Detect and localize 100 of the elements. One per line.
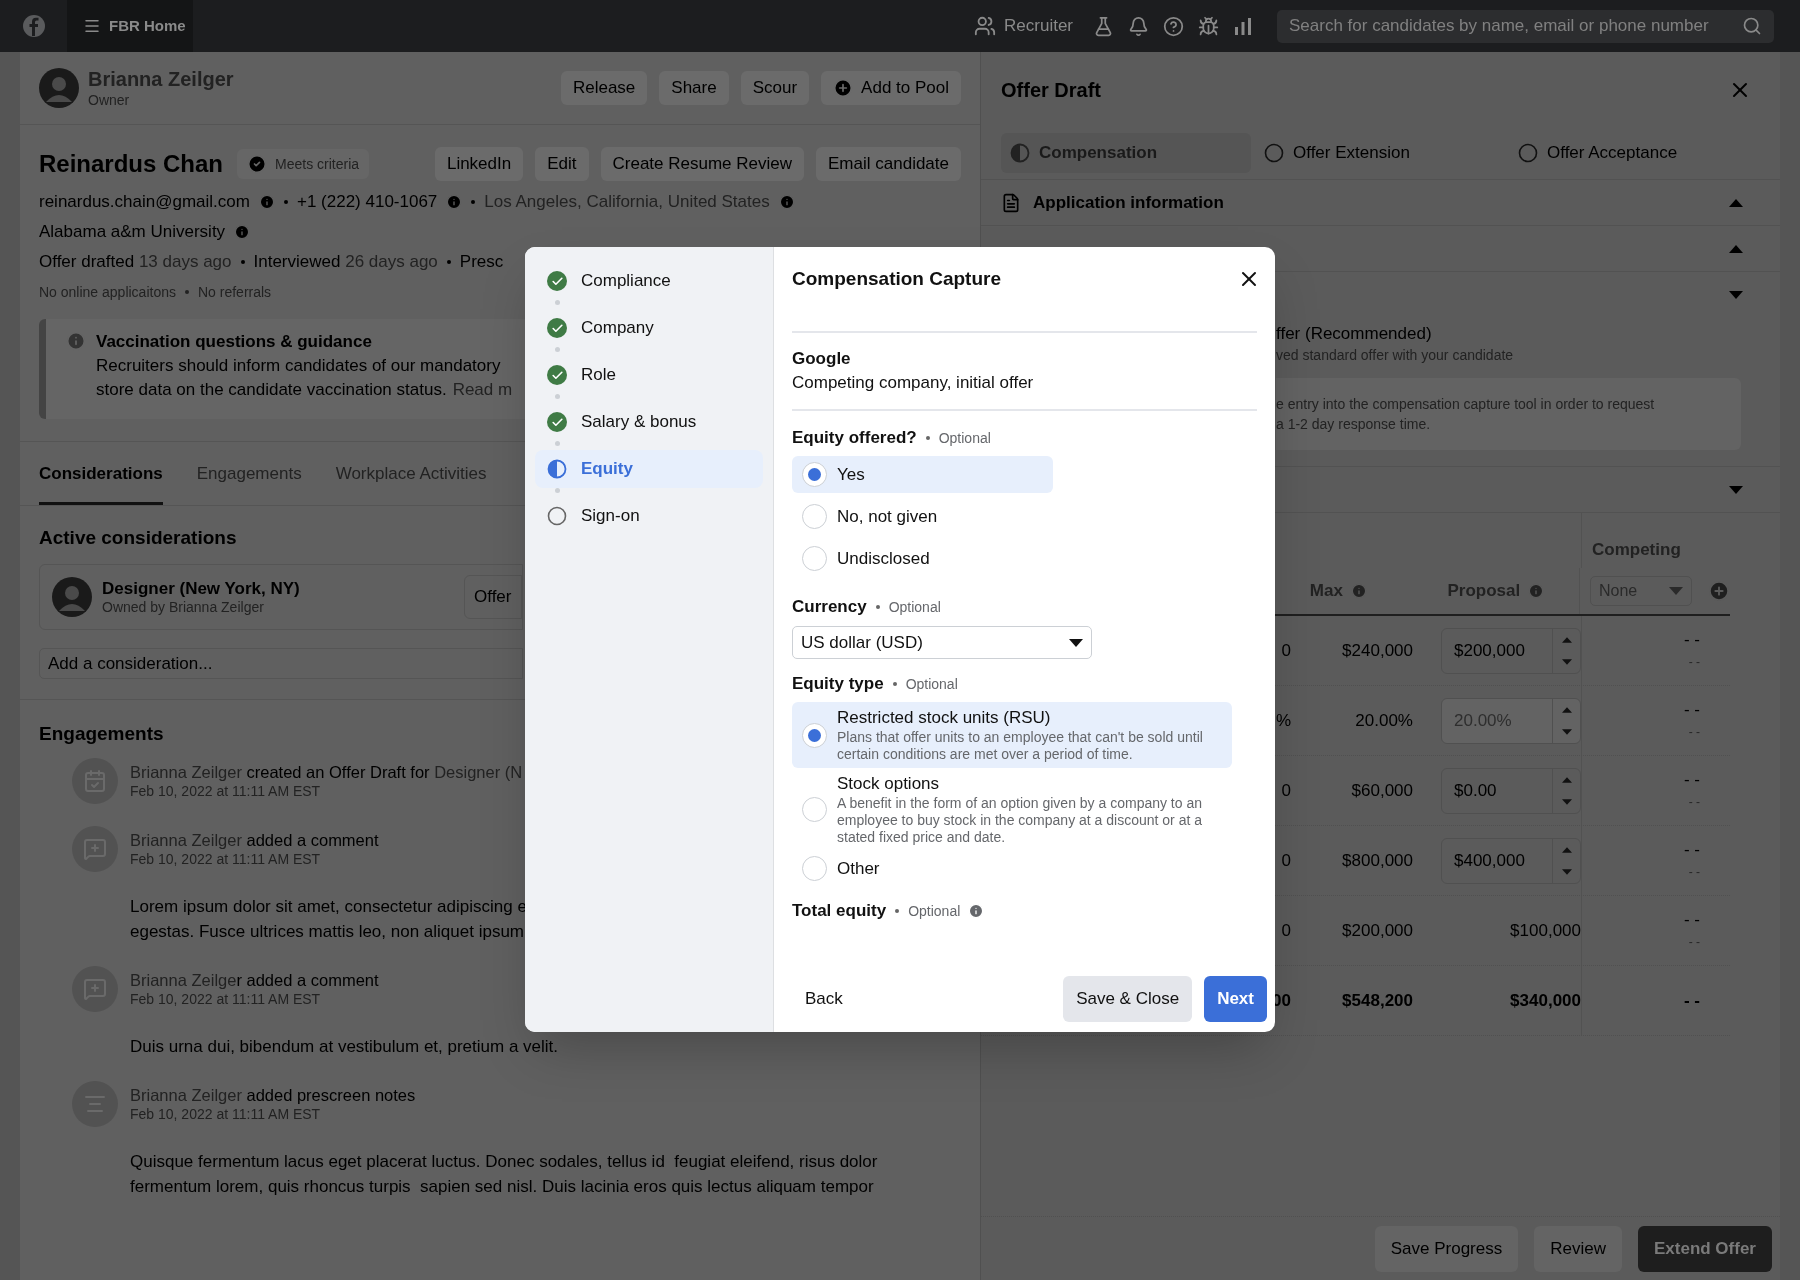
option-label[interactable]: Stock options: [837, 773, 940, 795]
table-cell: 0: [1281, 780, 1291, 800]
stepper-down-icon[interactable]: [1561, 657, 1572, 666]
info-icon[interactable]: [1350, 583, 1367, 599]
add-consideration-field[interactable]: Add a consideration...: [39, 648, 523, 679]
tab[interactable]: Engagements: [196, 442, 302, 505]
radio-button[interactable]: [802, 546, 827, 571]
action-button[interactable]: Add to Pool: [821, 71, 961, 105]
help-icon[interactable]: [1163, 15, 1184, 37]
info-icon[interactable]: [446, 194, 463, 210]
footer-button[interactable]: Save Progress: [1374, 1225, 1519, 1272]
table-cell: - -: [1683, 989, 1700, 1012]
step-item[interactable]: Compliance: [535, 262, 763, 300]
table-cell-text: - -: [1688, 723, 1700, 741]
table-cell-text: - -: [1688, 863, 1700, 881]
option-label[interactable]: Restricted stock units (RSU): [837, 707, 1051, 729]
action-button[interactable]: Share: [659, 71, 729, 105]
option-label[interactable]: No, not given: [837, 505, 938, 528]
search-icon[interactable]: [1742, 16, 1762, 36]
info-icon[interactable]: [1528, 583, 1545, 599]
radio-button[interactable]: [802, 462, 827, 487]
number-field[interactable]: $200,000: [1441, 627, 1581, 674]
stepper-up-icon[interactable]: [1561, 635, 1572, 644]
column-header: Max: [1309, 580, 1343, 603]
dialog-button[interactable]: Back: [792, 976, 856, 1022]
action-button[interactable]: Email candidate: [816, 147, 961, 181]
timeline-text: Presc: [459, 251, 504, 274]
table-cell: $240,000: [1342, 640, 1413, 660]
step-item[interactable]: Sign-on: [535, 497, 763, 535]
action-button[interactable]: Scour: [740, 71, 810, 105]
bug-icon[interactable]: [1198, 15, 1219, 37]
number-field[interactable]: $400,000: [1441, 837, 1581, 884]
comment-text: fermentum lorem, quis rhoncus turpis sapien sed nisl. Duis lacinia eros quis lectus aliquam tempor: [130, 1176, 874, 1198]
table-cell: - -: [1683, 628, 1700, 651]
activity-time: Feb 10, 2022 at 11:11 AM EST: [130, 782, 321, 801]
timeline-text: Interviewed 26 days ago: [253, 251, 438, 274]
activity-time: Feb 10, 2022 at 11:11 AM EST: [130, 990, 321, 1009]
info-icon[interactable]: [234, 224, 251, 240]
tab[interactable]: Workplace Activities: [335, 442, 487, 505]
info-icon[interactable]: [778, 194, 795, 210]
number-field[interactable]: $0.00: [1441, 767, 1581, 814]
step-item[interactable]: Company: [535, 309, 763, 347]
dialog-button[interactable]: Save & Close: [1063, 976, 1193, 1022]
offer-button[interactable]: Offer: [464, 575, 522, 619]
radio-button[interactable]: [802, 856, 827, 881]
option-label[interactable]: Undisclosed: [837, 547, 930, 570]
stat-text: No referrals: [198, 282, 272, 302]
option-description: Plans that offer units to an employee that can't be sold until certain conditions are met over a period of time.: [837, 729, 1204, 763]
table-cell-text: - -: [1688, 793, 1700, 811]
table-cell: $800,000: [1342, 850, 1413, 870]
option-label[interactable]: Other: [837, 857, 880, 880]
step-tab[interactable]: Offer Acceptance: [1509, 133, 1759, 173]
table-cell: 20.00%: [1355, 710, 1413, 730]
role-label: Recruiter: [1004, 15, 1073, 38]
currency-select[interactable]: US dollar (USD): [792, 626, 1092, 659]
stepper-down-icon[interactable]: [1561, 797, 1572, 806]
table-cell: 0: [1281, 640, 1291, 660]
step-tab[interactable]: Compensation: [1001, 133, 1251, 173]
read-more-link[interactable]: Read m: [452, 378, 513, 402]
caret-up-icon[interactable]: [1729, 198, 1743, 207]
add-icon[interactable]: [1708, 580, 1730, 602]
action-button[interactable]: Create Resume Review: [600, 147, 805, 181]
section-title: Engagements: [39, 722, 164, 746]
step-tab[interactable]: Offer Extension: [1255, 133, 1505, 173]
logo-icon[interactable]: [21, 14, 46, 38]
radio-button[interactable]: [802, 722, 827, 748]
table-cell: 0: [1281, 850, 1291, 870]
people-icon[interactable]: [974, 15, 997, 37]
caret-down-icon[interactable]: [1069, 638, 1083, 647]
footer-button[interactable]: Review: [1534, 1225, 1622, 1272]
info-icon[interactable]: [258, 194, 275, 210]
step-item[interactable]: Role: [535, 356, 763, 394]
home-menu-button[interactable]: FBR Home: [67, 0, 193, 52]
dialog-button[interactable]: Next: [1204, 976, 1267, 1022]
step-item[interactable]: Equity: [535, 450, 763, 488]
step-item[interactable]: Salary & bonus: [535, 403, 763, 441]
note-text: a 1-2 day response time.: [1276, 415, 1431, 434]
tab[interactable]: Considerations: [39, 442, 163, 505]
table-cell-text: - -: [1688, 933, 1700, 951]
option-label[interactable]: Yes: [837, 463, 865, 486]
bell-icon[interactable]: [1128, 15, 1149, 37]
table-cell-text: - -: [1688, 653, 1700, 671]
action-button[interactable]: LinkedIn: [434, 147, 524, 181]
flask-icon[interactable]: [1093, 15, 1114, 37]
stepper-down-icon[interactable]: [1561, 867, 1572, 876]
comment-text: egestas. Fusce ultrices mattis leo, non aliquet ipsum: [130, 921, 525, 943]
footer-button[interactable]: Extend Offer: [1637, 1225, 1772, 1272]
radio-button[interactable]: [802, 797, 827, 822]
notice-text: store data on the candidate vaccination status.: [96, 379, 447, 401]
action-button[interactable]: Release: [560, 71, 648, 105]
stepper-up-icon[interactable]: [1561, 845, 1572, 854]
consideration-owner: Owned by Brianna Zeilger: [102, 598, 264, 617]
stepper-up-icon[interactable]: [1561, 775, 1572, 784]
caret-up-icon[interactable]: [1729, 244, 1743, 253]
table-cell: - -: [1683, 908, 1700, 931]
activity-time: Feb 10, 2022 at 11:11 AM EST: [130, 850, 321, 869]
bar-chart-icon[interactable]: [1233, 16, 1253, 36]
search-field[interactable]: Search for candidates by name, email or phone number: [1277, 9, 1774, 43]
radio-button[interactable]: [802, 504, 827, 529]
action-button[interactable]: Edit: [535, 147, 589, 181]
